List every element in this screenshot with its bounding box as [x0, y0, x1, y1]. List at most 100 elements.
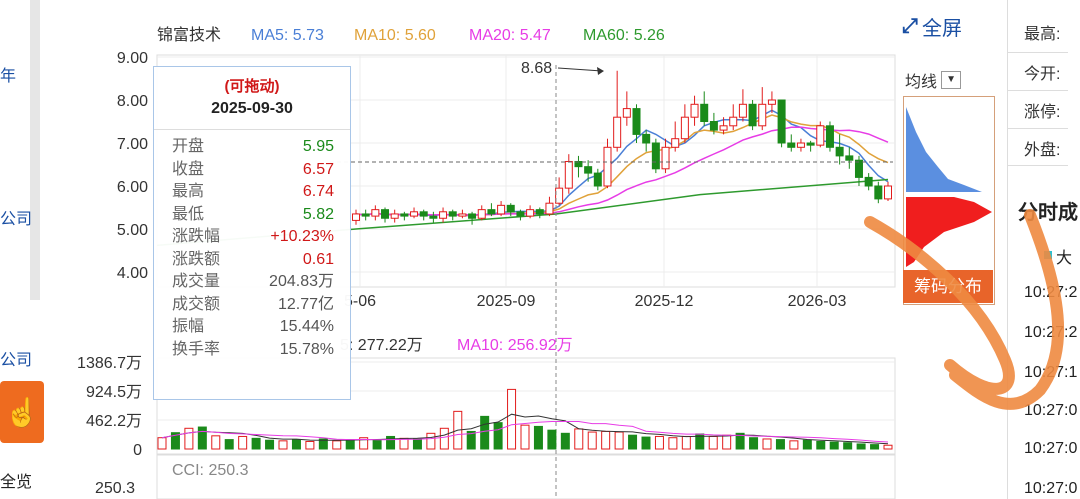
tooltip-row: 涨跌额 0.61 — [154, 249, 350, 272]
candle-body — [526, 209, 535, 217]
candle-body — [613, 116, 622, 148]
volume-bar — [426, 432, 436, 450]
price-tick-label: 5.00 — [117, 222, 148, 239]
candle-body — [468, 213, 477, 219]
volume-bar — [265, 439, 275, 450]
tooltip-row-key: 涨跌额 — [172, 250, 221, 268]
label-limit-up: 涨停: — [1024, 104, 1061, 121]
tooltip-row-key: 振幅 — [172, 318, 205, 335]
fullscreen-button[interactable]: ⤢ 全屏 — [902, 12, 962, 41]
candle-body — [487, 209, 496, 215]
volume-bar — [749, 437, 759, 450]
candle-body — [584, 166, 593, 174]
candle-body — [796, 142, 805, 148]
candle-tooltip[interactable]: (可拖动) 2025-09-30 开盘 5.95 收盘 6.57 最高 6.74 最低 5.8… — [153, 66, 351, 400]
chip-loss-area — [906, 197, 992, 267]
candles — [352, 70, 892, 225]
tooltip-row-key: 成交额 — [172, 295, 221, 313]
volume-bar — [870, 444, 880, 450]
candle-body — [787, 142, 796, 148]
candle-body — [651, 142, 660, 170]
expand-icon: ⤢ — [902, 15, 918, 37]
price-tick-label: 6.00 — [117, 179, 148, 196]
candle-body — [719, 125, 728, 131]
tooltip-row: 最高 6.74 — [154, 181, 350, 204]
candle-body — [729, 116, 738, 127]
candle-body — [371, 209, 380, 217]
price-axis: 9.00 8.00 7.00 6.00 5.00 4.00 — [117, 50, 148, 282]
volume-bar — [291, 439, 301, 450]
label-open: 今开: — [1024, 66, 1061, 83]
legend-ma10: MA10: 5.60 — [354, 27, 436, 44]
candle-body — [419, 211, 428, 217]
tooltip-row-value: 15.78% — [279, 340, 334, 358]
candle-body — [767, 99, 776, 105]
divider — [1008, 52, 1068, 53]
ma-selector[interactable]: 均线 ▼ — [905, 68, 962, 92]
volume-bar — [829, 441, 839, 450]
volume-bar — [507, 388, 517, 450]
tooltip-row-value: 6.74 — [302, 183, 334, 200]
trade-time: 10:27:2 — [1024, 324, 1078, 341]
volume-bar — [628, 434, 638, 450]
trade-time: 10:27:1 — [1024, 364, 1078, 381]
candle-body — [516, 211, 525, 217]
volume-bar — [681, 435, 691, 450]
candle-body — [622, 108, 631, 118]
tooltip-row: 成交额 12.77亿 — [154, 294, 350, 317]
tooltip-row: 涨跌幅 +10.23% — [154, 226, 350, 249]
volume-bar — [157, 437, 167, 450]
tooltip-row-value: 5.95 — [302, 138, 334, 155]
candle-body — [477, 209, 486, 219]
legend-ma60: MA60: 5.26 — [583, 27, 665, 44]
date-tick-label: 2025-12 — [635, 293, 694, 310]
tick-trades-title[interactable]: 分时成 — [1018, 196, 1078, 225]
candle-body — [593, 172, 602, 187]
candle-body — [738, 103, 747, 118]
big-order-marker — [1044, 251, 1052, 259]
candle-body — [777, 99, 786, 144]
candle-body — [671, 138, 680, 148]
volume-bar — [520, 424, 530, 450]
volume-bar — [332, 440, 342, 450]
tooltip-row-key: 最高 — [172, 183, 205, 200]
volume-tick-label: 924.5万 — [86, 384, 142, 401]
candle-body — [748, 103, 757, 127]
volume-bar — [587, 431, 597, 450]
date-tick-label: 2026-03 — [788, 293, 847, 310]
candle-body — [381, 209, 390, 219]
ma-selector-label: 均线 — [905, 74, 938, 91]
label-outer-volume: 外盘: — [1024, 142, 1061, 159]
candle-body — [884, 185, 892, 200]
tooltip-row: 换手率 15.78% — [154, 339, 350, 362]
tooltip-row: 收盘 6.57 — [154, 159, 350, 182]
candle-body — [835, 146, 844, 157]
tooltip-row-key: 换手率 — [172, 340, 221, 358]
candle-body — [429, 215, 438, 219]
candle-body — [545, 202, 554, 215]
tooltip-row-key: 开盘 — [172, 138, 205, 155]
volume-ma10-legend: MA10: 256.92万 — [457, 337, 573, 354]
candle-body — [680, 116, 689, 140]
candle-body — [845, 155, 854, 161]
tooltip-header: (可拖动) 2025-09-30 — [154, 67, 350, 130]
volume-bar — [493, 422, 503, 450]
candle-body — [555, 187, 564, 204]
candle-body — [825, 125, 834, 148]
volume-bar — [197, 426, 207, 450]
price-tick-label: 4.00 — [117, 265, 148, 282]
candle-body — [603, 146, 612, 187]
volume-bar — [843, 442, 853, 450]
volume-bar — [883, 444, 893, 450]
candle-body — [642, 133, 651, 144]
fullscreen-label: 全屏 — [922, 18, 962, 40]
tooltip-rows: 开盘 5.95 收盘 6.57 最高 6.74 最低 5.82 涨跌幅 +10.23% 涨跌额 0.6… — [154, 130, 350, 361]
big-order-label: 大 — [1056, 250, 1073, 267]
price-tick-label: 9.00 — [117, 50, 148, 67]
candle-body — [439, 211, 448, 219]
chip-distribution-button[interactable]: 筹码分布 — [903, 270, 993, 303]
trade-time: 10:27:0 — [1024, 440, 1078, 457]
legend-ma20: MA20: 5.47 — [469, 27, 551, 44]
volume-bar — [708, 435, 718, 450]
volume-tick-label: 462.2万 — [86, 413, 142, 430]
